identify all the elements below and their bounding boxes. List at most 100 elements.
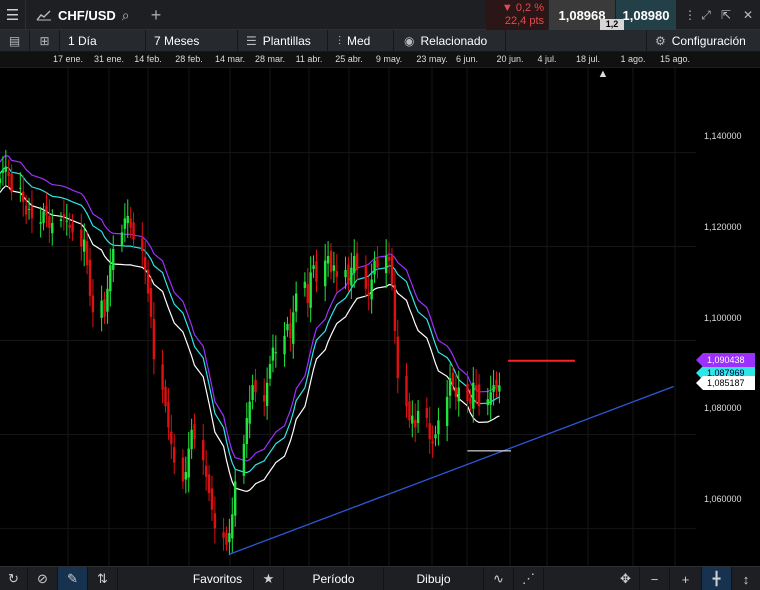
candle-body xyxy=(405,376,408,407)
zoom-out-icon[interactable]: − xyxy=(640,567,670,590)
candle-body xyxy=(353,255,356,273)
date-label: 6 jun. xyxy=(455,54,479,64)
candle-body xyxy=(0,178,2,184)
expand-icon[interactable]: ⤢ xyxy=(696,0,716,30)
ma-lower-tag: 1,085187 xyxy=(696,376,755,390)
candle-body xyxy=(428,423,431,440)
templates-button[interactable]: ☰ Plantillas xyxy=(238,30,328,52)
block-icon[interactable]: ⊘ xyxy=(28,567,58,590)
pencil-icon[interactable]: ✎ xyxy=(58,567,88,590)
candle-body xyxy=(335,270,339,278)
related-label: Relacionado xyxy=(420,34,488,48)
trendline xyxy=(229,385,674,555)
price-label: 1,120000 xyxy=(704,222,742,232)
list-view-icon[interactable]: ▤ xyxy=(0,30,30,52)
candle-body xyxy=(27,208,31,210)
candle-body xyxy=(187,448,190,478)
date-label: 28 mar. xyxy=(254,54,286,64)
candle-body xyxy=(294,293,298,312)
candle-body xyxy=(477,384,481,407)
search-icon[interactable]: ⌕ xyxy=(122,7,130,24)
candle-body xyxy=(283,335,286,355)
candle-body xyxy=(326,255,330,264)
candle-body xyxy=(173,447,176,463)
period-button[interactable]: Período xyxy=(284,567,384,590)
candle-body xyxy=(161,364,164,390)
candle-body xyxy=(370,279,373,300)
date-label: 11 abr. xyxy=(295,54,323,64)
candle-body xyxy=(457,387,460,402)
candle-body xyxy=(80,229,83,247)
arrows-icon[interactable]: ⇅ xyxy=(88,567,118,590)
candle-body xyxy=(190,429,193,450)
candle-body xyxy=(364,265,368,289)
candle-body xyxy=(454,387,458,397)
layout-grid-icon[interactable]: ⊞ xyxy=(30,30,60,52)
candle-body xyxy=(193,424,196,440)
ask-price-button[interactable]: 1,08980 xyxy=(616,0,676,30)
candle-body xyxy=(332,265,336,271)
candle-body xyxy=(416,410,420,424)
change-points: 22,4 pts xyxy=(504,15,544,27)
star-icon[interactable]: ★ xyxy=(254,567,284,590)
related-button[interactable]: ◉ Relacionado xyxy=(394,30,506,52)
vertical-scale-icon[interactable]: ↕ xyxy=(732,567,760,590)
moving-averages xyxy=(0,154,500,493)
settings-button[interactable]: ⚙ Configuración xyxy=(646,30,760,52)
bottom-toolbar: ↻ ⊘ ✎ ⇅ Favoritos ★ Período Dibujo ∿ ⋰ ✥… xyxy=(0,566,760,590)
drawing-button[interactable]: Dibujo xyxy=(384,567,484,590)
price-chart[interactable] xyxy=(0,68,760,566)
candle-body xyxy=(65,220,68,222)
candle-body xyxy=(431,440,434,444)
candle-body xyxy=(42,211,45,223)
wave-icon[interactable]: ∿ xyxy=(484,567,514,590)
period-label: Período xyxy=(312,572,355,586)
favorites-label: Favoritos xyxy=(192,572,243,586)
indicator-icon[interactable]: ⋰ xyxy=(514,567,544,590)
interval-selector[interactable]: 1 Día xyxy=(60,30,146,52)
candle-body xyxy=(469,397,472,404)
date-label: 14 feb. xyxy=(134,54,162,64)
candle-body xyxy=(170,431,173,444)
date-label: 1 ago. xyxy=(620,54,646,64)
candle-body xyxy=(143,256,147,271)
zoom-in-icon[interactable]: + xyxy=(670,567,702,590)
candle-body xyxy=(248,401,251,424)
candle-body xyxy=(245,418,248,445)
candle-body xyxy=(254,379,257,393)
candle-body xyxy=(268,363,272,379)
candle-body xyxy=(129,218,132,228)
symbol-tab[interactable]: CHF/USD ⌕ xyxy=(30,0,140,30)
candle-body xyxy=(387,256,391,261)
date-label: 18 jul. xyxy=(575,54,601,64)
favorites-button[interactable]: Favoritos xyxy=(182,567,254,590)
symbol-name: CHF/USD xyxy=(58,7,116,23)
popout-icon[interactable]: ⇱ xyxy=(716,0,736,30)
candle-body xyxy=(486,399,489,406)
close-icon[interactable]: ✕ xyxy=(738,0,758,30)
candle-body xyxy=(437,420,440,435)
date-label: 20 jun. xyxy=(496,54,524,64)
candle-body xyxy=(103,299,106,317)
crosshair-icon[interactable]: ╋ xyxy=(702,567,732,590)
chart-type-button[interactable]: ⫶ Med xyxy=(328,30,394,52)
add-tab-button[interactable]: + xyxy=(142,0,170,30)
price-label: 1,100000 xyxy=(704,313,742,323)
candle-body xyxy=(123,218,127,229)
candle-body xyxy=(498,385,501,392)
date-label: 17 ene. xyxy=(52,54,84,64)
price-label: 1,140000 xyxy=(704,131,742,141)
candle-body xyxy=(492,385,495,392)
crosshair-move-icon[interactable]: ✥ xyxy=(612,567,640,590)
candle-body xyxy=(474,385,478,390)
candle-body xyxy=(164,386,167,407)
date-label: 9 may. xyxy=(375,54,403,64)
candle-body xyxy=(30,206,34,219)
refresh-icon[interactable]: ↻ xyxy=(0,567,28,590)
hamburger-menu-icon[interactable]: ☰ xyxy=(0,0,26,30)
candle-body xyxy=(263,395,266,402)
candle-body xyxy=(251,385,254,400)
candle-body xyxy=(59,219,63,222)
candle-body xyxy=(213,513,217,529)
range-selector[interactable]: 7 Meses xyxy=(146,30,238,52)
